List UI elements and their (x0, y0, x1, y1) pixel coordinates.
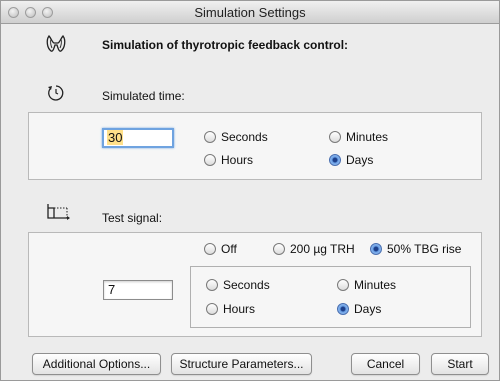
radio-button-icon (273, 243, 285, 255)
simulated-time-input[interactable]: 30 (102, 128, 174, 148)
test-signal-group: Off 200 µg TRH 50% TBG rise 7 Seconds Mi… (28, 232, 482, 337)
radio-button-icon (329, 131, 341, 143)
radio-selected-icon (370, 243, 382, 255)
clock-icon (46, 84, 66, 102)
signal-days-radio[interactable]: Days (337, 302, 381, 316)
radio-selected-icon (329, 154, 341, 166)
sim-time-minutes-radio[interactable]: Minutes (329, 130, 388, 144)
title-bar: Simulation Settings (1, 1, 499, 24)
radio-button-icon (206, 279, 218, 291)
radio-button-icon (204, 154, 216, 166)
dialog-heading: Simulation of thyrotropic feedback contr… (102, 38, 349, 52)
step-signal-icon (45, 204, 71, 220)
simulation-settings-window: Simulation Settings Simulation of thyrot… (0, 0, 500, 381)
signal-hours-radio[interactable]: Hours (206, 302, 255, 316)
structure-parameters-button[interactable]: Structure Parameters... (171, 353, 312, 375)
thyroid-gland-icon (45, 34, 67, 54)
simulated-time-group: 30 Seconds Minutes Hours Days (28, 112, 482, 180)
test-signal-units-group: Seconds Minutes Hours Days (190, 266, 471, 328)
radio-button-icon (337, 279, 349, 291)
sim-time-hours-radio[interactable]: Hours (204, 153, 253, 167)
signal-minutes-radio[interactable]: Minutes (337, 278, 396, 292)
simulated-time-label: Simulated time: (102, 89, 185, 103)
sim-time-days-radio[interactable]: Days (329, 153, 373, 167)
additional-options-button[interactable]: Additional Options... (32, 353, 161, 375)
signal-trh-radio[interactable]: 200 µg TRH (273, 242, 355, 256)
cancel-button[interactable]: Cancel (351, 353, 420, 375)
signal-off-radio[interactable]: Off (204, 242, 237, 256)
window-title: Simulation Settings (194, 5, 306, 20)
radio-button-icon (206, 303, 218, 315)
radio-button-icon (204, 243, 216, 255)
radio-selected-icon (337, 303, 349, 315)
test-signal-label: Test signal: (102, 211, 163, 225)
signal-seconds-radio[interactable]: Seconds (206, 278, 270, 292)
signal-tbg-radio[interactable]: 50% TBG rise (370, 242, 461, 256)
radio-button-icon (204, 131, 216, 143)
start-button[interactable]: Start (431, 353, 489, 375)
sim-time-seconds-radio[interactable]: Seconds (204, 130, 268, 144)
test-signal-time-input[interactable]: 7 (103, 280, 173, 300)
